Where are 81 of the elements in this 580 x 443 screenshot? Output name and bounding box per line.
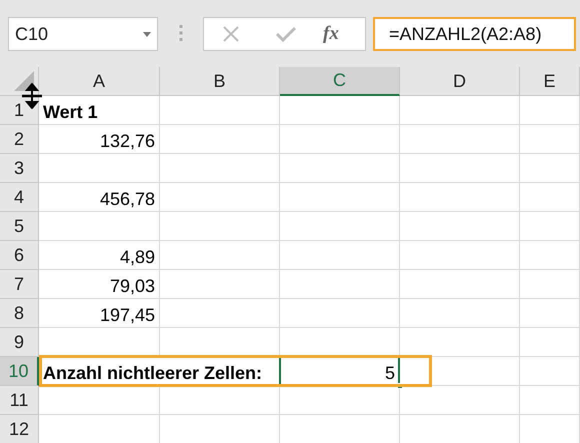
grid-cell[interactable] bbox=[400, 96, 520, 125]
grid-cell[interactable] bbox=[400, 270, 520, 299]
column-header[interactable]: B bbox=[160, 67, 280, 96]
grid-cell[interactable] bbox=[520, 328, 580, 357]
grid-cell[interactable]: Wert 1 bbox=[39, 96, 160, 125]
cell-value: 132,76 bbox=[100, 130, 155, 153]
name-box-text: C10 bbox=[15, 22, 48, 46]
cell-value: 5 bbox=[384, 362, 395, 385]
row-header[interactable]: 7 bbox=[0, 270, 39, 299]
grid-cell[interactable] bbox=[160, 241, 280, 270]
row-header[interactable]: 2 bbox=[0, 125, 39, 154]
row-header[interactable]: 10 bbox=[0, 357, 39, 386]
column-header[interactable]: D bbox=[400, 67, 520, 96]
grid-cell[interactable]: 197,45 bbox=[39, 299, 160, 328]
grid-cell[interactable] bbox=[520, 212, 580, 241]
grid-cell[interactable] bbox=[160, 270, 280, 299]
grid-cell[interactable] bbox=[160, 125, 280, 154]
grid-cell[interactable] bbox=[160, 299, 280, 328]
grid-cell[interactable] bbox=[520, 96, 580, 125]
grid-cell[interactable] bbox=[280, 386, 400, 415]
grid-cell[interactable]: 4,89 bbox=[39, 241, 160, 270]
check-icon[interactable] bbox=[276, 26, 296, 42]
formula-field[interactable]: =ANZAHL2(A2:A8) bbox=[373, 17, 576, 51]
grid-cell[interactable] bbox=[400, 241, 520, 270]
cell-label: Wert 1 bbox=[43, 101, 98, 124]
grid-cell[interactable] bbox=[400, 125, 520, 154]
grid-cell[interactable] bbox=[400, 183, 520, 212]
grid-cell[interactable]: Anzahl nichtleerer Zellen: bbox=[39, 357, 280, 386]
grip-dots-icon bbox=[179, 25, 183, 41]
grid-cell[interactable] bbox=[280, 299, 400, 328]
grid-cell[interactable] bbox=[400, 154, 520, 183]
grid-cell[interactable]: 5 bbox=[280, 357, 400, 386]
grid-cell[interactable] bbox=[280, 212, 400, 241]
row-header[interactable]: 11 bbox=[0, 386, 39, 415]
grid-cell[interactable] bbox=[39, 154, 160, 183]
grid-cell[interactable] bbox=[160, 386, 280, 415]
grid-cell[interactable] bbox=[39, 386, 160, 415]
grid-cell[interactable] bbox=[280, 183, 400, 212]
grid-cell[interactable] bbox=[400, 386, 520, 415]
row-header[interactable]: 12 bbox=[0, 415, 39, 443]
row-header[interactable]: 9 bbox=[0, 328, 39, 357]
grid-cell[interactable] bbox=[280, 96, 400, 125]
name-box[interactable]: C10 bbox=[8, 17, 158, 51]
grid-cell[interactable] bbox=[280, 241, 400, 270]
row-header[interactable]: 6 bbox=[0, 241, 39, 270]
grid-cell[interactable] bbox=[520, 386, 580, 415]
grid-cell[interactable] bbox=[400, 299, 520, 328]
grid-cell[interactable] bbox=[160, 212, 280, 241]
insert-function-button[interactable]: fx bbox=[323, 20, 339, 48]
column-header[interactable]: A bbox=[39, 67, 160, 96]
grid-cell[interactable] bbox=[280, 125, 400, 154]
grid-cell[interactable] bbox=[520, 183, 580, 212]
grid-cell[interactable] bbox=[280, 270, 400, 299]
column-header[interactable]: E bbox=[520, 67, 580, 96]
row-header[interactable]: 3 bbox=[0, 154, 39, 183]
grid-cell[interactable] bbox=[39, 212, 160, 241]
cell-value: 79,03 bbox=[110, 275, 155, 298]
grid-cell[interactable] bbox=[160, 154, 280, 183]
dropdown-caret-icon[interactable] bbox=[143, 32, 151, 36]
cell-label: Anzahl nichtleerer Zellen: bbox=[43, 362, 262, 385]
grid-cell[interactable] bbox=[280, 154, 400, 183]
grid-cell[interactable]: 456,78 bbox=[39, 183, 160, 212]
grid-cell[interactable] bbox=[520, 241, 580, 270]
row-header[interactable]: 8 bbox=[0, 299, 39, 328]
row-header[interactable]: 5 bbox=[0, 212, 39, 241]
column-header[interactable]: C bbox=[280, 67, 400, 96]
grid-cell[interactable] bbox=[520, 270, 580, 299]
cancel-icon[interactable] bbox=[223, 26, 239, 42]
cell-value: 4,89 bbox=[120, 246, 155, 269]
grid-cell[interactable]: 132,76 bbox=[39, 125, 160, 154]
row-header[interactable]: 4 bbox=[0, 183, 39, 212]
cell-value: 456,78 bbox=[100, 188, 155, 211]
grid-cell[interactable] bbox=[520, 357, 580, 386]
grid-cell[interactable] bbox=[520, 299, 580, 328]
grid-cell[interactable] bbox=[160, 96, 280, 125]
grid-cell[interactable] bbox=[520, 154, 580, 183]
grid-cell[interactable] bbox=[400, 212, 520, 241]
grid-cell[interactable]: 79,03 bbox=[39, 270, 160, 299]
grid-cell[interactable] bbox=[160, 183, 280, 212]
grid-cell[interactable] bbox=[520, 125, 580, 154]
cell-value: 197,45 bbox=[100, 304, 155, 327]
